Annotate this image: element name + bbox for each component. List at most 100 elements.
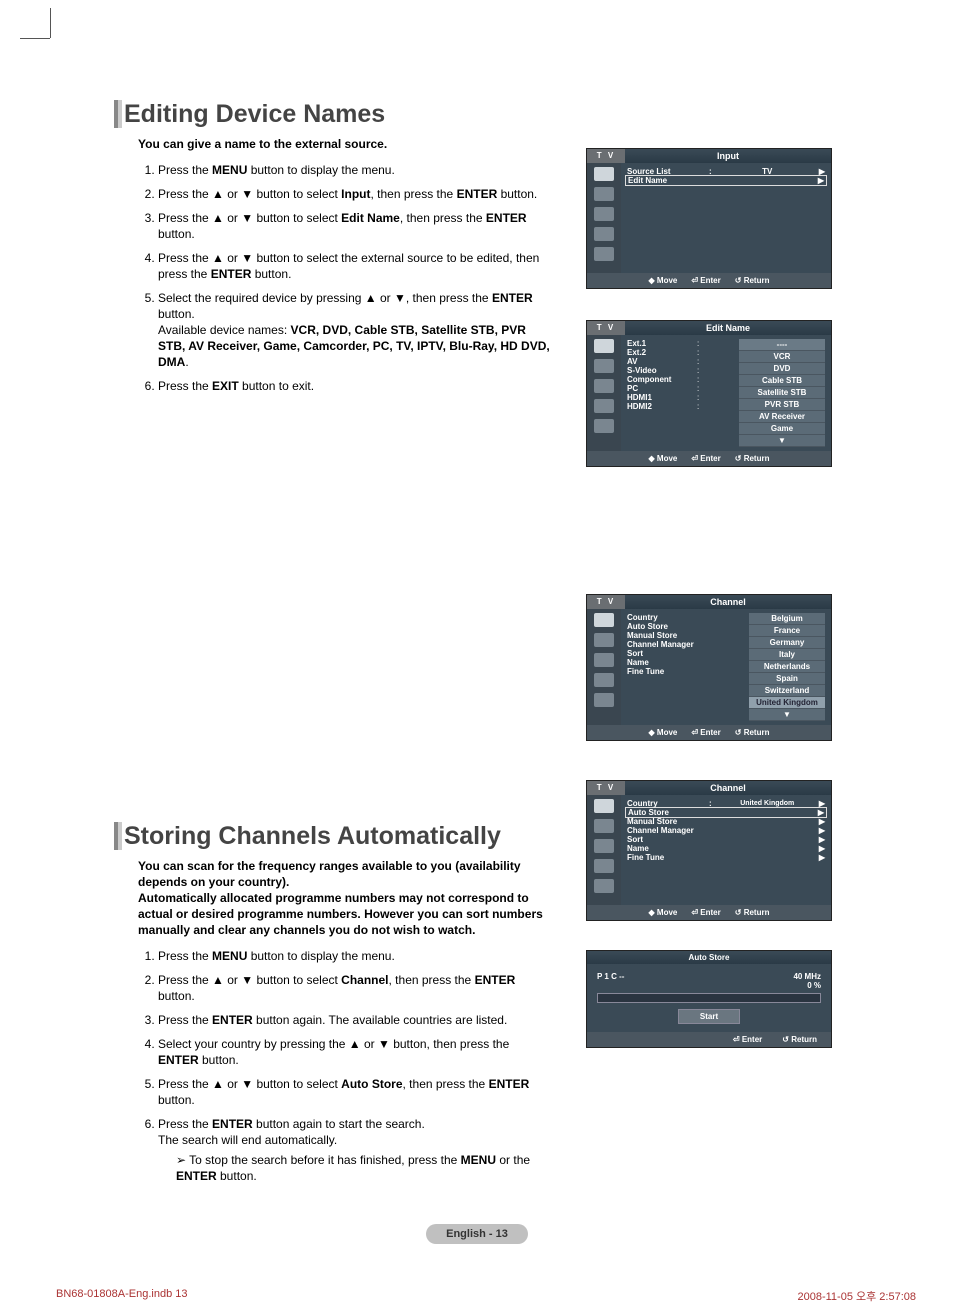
manual-page: Editing Device Names You can give a name… bbox=[0, 0, 954, 1314]
osd-channel-panel: T V Channel Country:United Kingdom▶ Auto… bbox=[586, 780, 832, 921]
osd-title: Edit Name bbox=[625, 321, 831, 335]
dropdown-option-selected[interactable]: United Kingdom bbox=[749, 697, 825, 709]
country-dropdown[interactable]: Belgium France Germany Italy Netherlands… bbox=[749, 613, 825, 721]
picture-icon bbox=[594, 633, 614, 647]
osd-input-panel: T V Input Source List:TV▶ Edit Name▶ bbox=[586, 148, 832, 289]
step: Press the ENTER button again to start th… bbox=[158, 1116, 550, 1184]
dropdown-option[interactable]: Cable STB bbox=[739, 375, 825, 387]
dropdown-option[interactable]: DVD bbox=[739, 363, 825, 375]
source-item[interactable]: HDMI2 bbox=[627, 402, 697, 411]
menu-item[interactable]: Fine Tune bbox=[627, 667, 717, 676]
dropdown-option[interactable]: Game bbox=[739, 423, 825, 435]
osd-tv-tab: T V bbox=[587, 595, 625, 609]
section-body: You can scan for the frequency ranges av… bbox=[110, 858, 550, 1184]
menu-item[interactable]: Name bbox=[627, 658, 717, 667]
step: Press the ▲ or ▼ button to select Edit N… bbox=[158, 210, 550, 242]
dropdown-option[interactable]: Belgium bbox=[749, 613, 825, 625]
menu-row-selected[interactable]: Edit Name▶ bbox=[625, 175, 827, 186]
document-metadata: BN68-01808A-Eng.indb 13 2008-11-05 오후 2:… bbox=[56, 1288, 916, 1304]
device-dropdown[interactable]: ---- VCR DVD Cable STB Satellite STB PVR… bbox=[739, 339, 825, 447]
enter-hint: ⏎ Enter bbox=[691, 276, 720, 285]
menu-item[interactable]: Auto Store bbox=[627, 622, 717, 631]
osd-title: Channel bbox=[625, 595, 831, 609]
step: Press the EXIT button to exit. bbox=[158, 378, 550, 394]
osd-menu: Source List:TV▶ Edit Name▶ bbox=[621, 163, 831, 273]
dropdown-option[interactable]: ---- bbox=[739, 339, 825, 351]
osd-title: Input bbox=[625, 149, 831, 163]
step: Press the ENTER button again. The availa… bbox=[158, 1012, 550, 1028]
osd-icon-column bbox=[587, 335, 621, 451]
source-item[interactable]: HDMI1 bbox=[627, 393, 697, 402]
support-icon bbox=[594, 419, 614, 433]
step: Select the required device by pressing ▲… bbox=[158, 290, 550, 370]
dropdown-option[interactable]: Spain bbox=[749, 673, 825, 685]
dropdown-more[interactable]: ▼ bbox=[739, 435, 825, 447]
input-icon bbox=[594, 613, 614, 627]
dropdown-option[interactable]: PVR STB bbox=[739, 399, 825, 411]
input-icon bbox=[594, 339, 614, 353]
osd-icon-column bbox=[587, 609, 621, 725]
step: Press the MENU button to display the men… bbox=[158, 162, 550, 178]
menu-row[interactable]: Sort▶ bbox=[627, 835, 825, 844]
intro-text: You can give a name to the external sour… bbox=[138, 136, 550, 152]
menu-row[interactable]: Source List:TV▶ bbox=[627, 167, 825, 176]
step: Press the ▲ or ▼ button to select Channe… bbox=[158, 972, 550, 1004]
source-item[interactable]: Component bbox=[627, 375, 697, 384]
source-item[interactable]: S-Video bbox=[627, 366, 697, 375]
crop-mark bbox=[20, 38, 50, 39]
step: Select your country by pressing the ▲ or… bbox=[158, 1036, 550, 1068]
page-footer: English - 13 bbox=[0, 1224, 954, 1244]
osd-menu: Ext.1 Ext.2 AV S-Video Component PC HDMI… bbox=[621, 335, 831, 451]
menu-row[interactable]: Manual Store▶ bbox=[627, 817, 825, 826]
dropdown-option[interactable]: Italy bbox=[749, 649, 825, 661]
dropdown-more[interactable]: ▼ bbox=[749, 709, 825, 721]
source-item[interactable]: AV bbox=[627, 357, 697, 366]
dropdown-option[interactable]: Netherlands bbox=[749, 661, 825, 673]
section-body: You can give a name to the external sour… bbox=[110, 136, 550, 394]
osd-footer: ⏎ Enter ↺ Return bbox=[587, 1032, 831, 1047]
input-icon bbox=[594, 167, 614, 181]
input-icon bbox=[594, 799, 614, 813]
progress-pct: 0 % bbox=[807, 981, 821, 990]
dropdown-option[interactable]: Switzerland bbox=[749, 685, 825, 697]
setup-icon bbox=[594, 673, 614, 687]
sound-icon bbox=[594, 207, 614, 221]
osd-autostore-panel: Auto Store P 1 C -- 40 MHz 0 % Start ⏎ E… bbox=[586, 950, 832, 1048]
source-item[interactable]: PC bbox=[627, 384, 697, 393]
step: Press the ▲ or ▼ button to select the ex… bbox=[158, 250, 550, 282]
menu-row[interactable]: Name▶ bbox=[627, 844, 825, 853]
source-item[interactable]: Ext.2 bbox=[627, 348, 697, 357]
dropdown-option[interactable]: VCR bbox=[739, 351, 825, 363]
source-item[interactable]: Ext.1 bbox=[627, 339, 697, 348]
menu-row[interactable]: Channel Manager▶ bbox=[627, 826, 825, 835]
osd-footer: ◆ Move ⏎ Enter ↺ Return bbox=[587, 905, 831, 920]
picture-icon bbox=[594, 819, 614, 833]
menu-row[interactable]: Country:United Kingdom▶ bbox=[627, 799, 825, 808]
osd-tv-tab: T V bbox=[587, 321, 625, 335]
menu-item[interactable]: Manual Store bbox=[627, 631, 717, 640]
step-list: Press the MENU button to display the men… bbox=[138, 162, 550, 394]
step-list: Press the MENU button to display the men… bbox=[138, 948, 550, 1184]
menu-item[interactable]: Country bbox=[627, 613, 717, 622]
dropdown-option[interactable]: Germany bbox=[749, 637, 825, 649]
picture-icon bbox=[594, 359, 614, 373]
osd-editname-panel: T V Edit Name Ext.1 Ext.2 AV S-Video bbox=[586, 320, 832, 467]
support-icon bbox=[594, 247, 614, 261]
dropdown-option[interactable]: AV Receiver bbox=[739, 411, 825, 423]
osd-footer: ◆ Move ⏎ Enter ↺ Return bbox=[587, 725, 831, 740]
setup-icon bbox=[594, 859, 614, 873]
menu-item[interactable]: Channel Manager bbox=[627, 640, 717, 649]
dropdown-option[interactable]: Satellite STB bbox=[739, 387, 825, 399]
menu-row[interactable]: Fine Tune▶ bbox=[627, 853, 825, 862]
return-hint: ↺ Return bbox=[735, 276, 770, 285]
file-name: BN68-01808A-Eng.indb 13 bbox=[56, 1288, 187, 1304]
menu-item[interactable]: Sort bbox=[627, 649, 717, 658]
osd-tv-tab: T V bbox=[587, 781, 625, 795]
progress-area: P 1 C -- 40 MHz 0 % Start bbox=[587, 964, 831, 1032]
osd-title: Auto Store bbox=[587, 951, 831, 964]
dropdown-option[interactable]: France bbox=[749, 625, 825, 637]
start-button[interactable]: Start bbox=[678, 1009, 740, 1024]
step: Press the MENU button to display the men… bbox=[158, 948, 550, 964]
intro-text: You can scan for the frequency ranges av… bbox=[138, 858, 550, 938]
step: Press the ▲ or ▼ button to select Input,… bbox=[158, 186, 550, 202]
